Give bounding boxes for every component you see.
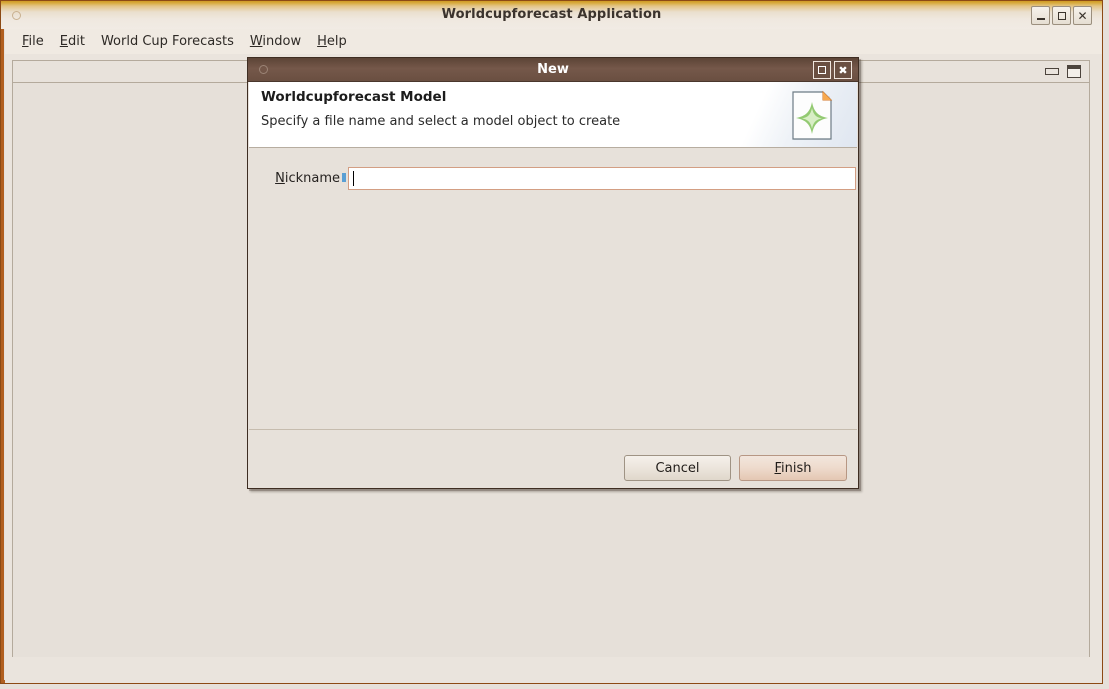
minimize-icon [1036,17,1045,20]
nickname-input[interactable] [348,166,856,190]
menu-item-edit[interactable]: Edit [52,31,93,52]
close-icon: ✕ [1077,8,1088,23]
dialog-maximize-button[interactable] [813,61,831,79]
close-button[interactable]: ✕ [1073,6,1092,25]
new-model-dialog: New ✖ Worldcupforecast Model Specify a f… [247,57,859,489]
menu-item-world-cup-forecasts[interactable]: World Cup Forecasts [93,31,242,52]
menu-item-file[interactable]: File [14,31,52,52]
dialog-heading: Worldcupforecast Model [261,89,447,105]
menu-item-window[interactable]: Window [242,31,309,52]
dialog-footer: Cancel Finish [249,430,857,488]
dialog-header: Worldcupforecast Model Specify a file na… [249,82,857,148]
restore-icon[interactable] [1067,65,1081,78]
application-window: Worldcupforecast Application ✕ File Edit… [0,0,1109,689]
dialog-window-controls: ✖ [813,61,852,79]
finish-button[interactable]: Finish [739,455,847,481]
window-titlebar[interactable]: Worldcupforecast Application ✕ [1,1,1102,29]
window-controls: ✕ [1031,6,1092,25]
dialog-subheading: Specify a file name and select a model o… [261,114,621,129]
menu-item-help[interactable]: Help [309,31,355,52]
nickname-field-row: Nickname [249,165,857,191]
new-model-document-icon [792,90,833,140]
minimize-icon[interactable] [1045,68,1059,75]
window-title: Worldcupforecast Application [441,7,662,22]
cancel-button[interactable]: Cancel [624,455,731,481]
maximize-button[interactable] [1052,6,1071,25]
maximize-icon [818,66,826,74]
dialog-body: Nickname [249,148,857,429]
text-caret [353,170,354,186]
nickname-input-wrapper [342,166,856,190]
focus-indicator-icon [342,172,346,182]
dialog-close-button[interactable]: ✖ [834,61,852,79]
close-icon: ✖ [838,63,848,77]
menubar: File Edit World Cup Forecasts Window Hel… [5,29,1102,54]
status-bar [12,658,1090,678]
dialog-titlebar[interactable]: New ✖ [248,58,858,82]
dialog-title: New [537,62,569,77]
minimize-button[interactable] [1031,6,1050,25]
nickname-label: Nickname [275,170,340,186]
workspace-panel-controls [1045,65,1081,78]
maximize-icon [1057,11,1066,20]
